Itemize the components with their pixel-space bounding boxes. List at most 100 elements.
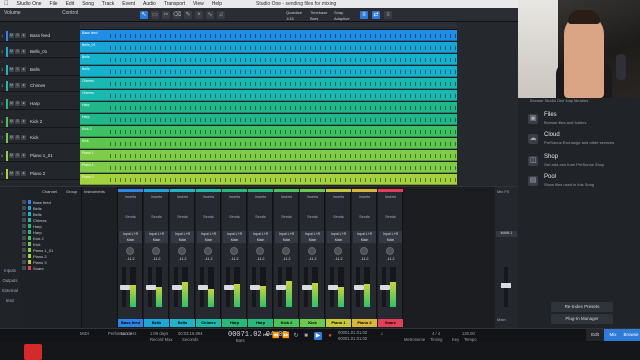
io-selector[interactable]: Input L+R Main — [223, 231, 246, 243]
io-selector[interactable]: Input L+R Main — [379, 231, 402, 243]
pan-knob[interactable] — [178, 247, 186, 255]
menu-item-event[interactable]: Event — [122, 1, 135, 7]
tempo-value[interactable]: 120.00 — [462, 331, 475, 336]
mixer-nav-external[interactable]: External — [1, 287, 19, 295]
audio-event[interactable]: Kick 2 — [80, 126, 457, 137]
io-selector[interactable]: Input L+R Main — [171, 231, 194, 243]
strip-name[interactable]: Kick — [300, 319, 325, 327]
mute-button[interactable]: M — [9, 119, 14, 124]
visible-checkbox[interactable] — [22, 224, 26, 228]
audio-event[interactable]: Bass feed — [80, 30, 457, 41]
track-row[interactable]: 9 M S ● Piano 2 — [0, 168, 80, 180]
menu-item-app[interactable]: Studio One — [17, 1, 42, 7]
track-name[interactable]: Harp — [30, 101, 40, 106]
io-selector[interactable]: Input L+R Main — [249, 231, 272, 243]
menu-item-edit[interactable]: Edit — [66, 1, 75, 7]
record-button[interactable]: ● — [21, 153, 26, 158]
track-name[interactable]: Kick — [30, 135, 39, 140]
fader-cap[interactable] — [302, 285, 312, 290]
visible-checkbox[interactable] — [22, 218, 26, 222]
timebase-value[interactable]: Bars — [310, 16, 318, 21]
channel-list-item[interactable]: Snare — [22, 265, 80, 271]
quantize-value[interactable]: 1/16 — [286, 16, 294, 21]
strip-name[interactable]: Bass feed — [118, 319, 143, 327]
plugin-manager-button[interactable]: Plug-In Manager — [551, 314, 613, 324]
menu-item-help[interactable]: Help — [212, 1, 222, 7]
mute-button[interactable]: M — [9, 135, 14, 140]
audio-event[interactable]: Kick — [80, 138, 457, 149]
pan-knob[interactable] — [256, 247, 264, 255]
record-button[interactable]: ● — [326, 332, 334, 340]
solo-button[interactable]: S — [15, 135, 20, 140]
bend-tool-button[interactable]: ∿ — [206, 11, 214, 19]
menu-item-song[interactable]: Song — [82, 1, 94, 7]
record-button[interactable]: ● — [21, 171, 26, 176]
track-name[interactable]: Chimes — [30, 83, 45, 88]
mute-button[interactable]: M — [9, 153, 14, 158]
strip-name[interactable]: Chimes — [196, 319, 221, 327]
solo-button[interactable]: S — [15, 101, 20, 106]
track-color[interactable] — [6, 80, 8, 91]
record-button[interactable]: ● — [21, 101, 26, 106]
solo-button[interactable]: S — [15, 119, 20, 124]
inserts-label[interactable]: Inserts — [248, 195, 273, 200]
arrange-view[interactable]: Bass feed Bells_01 Bells Bells Chimes Ch… — [80, 30, 457, 186]
track-name[interactable]: Kick 2 — [30, 119, 42, 124]
fader-cap[interactable] — [354, 285, 364, 290]
inserts-label[interactable]: Inserts — [352, 195, 377, 200]
pan-knob[interactable] — [152, 247, 160, 255]
inserts-label[interactable]: Inserts — [118, 195, 143, 200]
io-selector[interactable]: Input L+R Main — [119, 231, 142, 243]
arrow-tool-button[interactable]: ↖ — [140, 11, 148, 19]
inserts-label[interactable]: Inserts — [170, 195, 195, 200]
main-fader-cap[interactable] — [501, 283, 511, 288]
main-output-selector[interactable]: MAIN 1 — [496, 231, 517, 237]
track-name[interactable]: Piano 2 — [30, 171, 45, 176]
strip-name[interactable]: Bells — [170, 319, 195, 327]
solo-button[interactable]: S — [15, 67, 20, 72]
pan-knob[interactable] — [126, 247, 134, 255]
mixer-nav-outputs[interactable]: Outputs — [1, 277, 19, 285]
sends-label[interactable]: Sends — [144, 215, 169, 220]
strip-name[interactable]: Harp — [222, 319, 247, 327]
follow-button[interactable]: ≡ — [384, 11, 392, 19]
inserts-label[interactable]: Inserts — [300, 195, 325, 200]
fader-cap[interactable] — [276, 285, 286, 290]
pan-knob[interactable] — [230, 247, 238, 255]
visible-checkbox[interactable] — [22, 248, 26, 252]
track-row[interactable]: 6 M S ● Kick 2 — [0, 116, 80, 128]
apple-icon[interactable]:  — [4, 1, 9, 7]
visible-checkbox[interactable] — [22, 242, 26, 246]
visible-checkbox[interactable] — [22, 206, 26, 210]
record-button[interactable]: ● — [21, 135, 26, 140]
sends-label[interactable]: Sends — [118, 215, 143, 220]
mute-button[interactable]: M — [9, 67, 14, 72]
strip-name[interactable]: Harp — [248, 319, 273, 327]
inserts-label[interactable]: Inserts — [274, 195, 299, 200]
track-color[interactable] — [6, 98, 8, 109]
sends-label[interactable]: Sends — [196, 215, 221, 220]
sends-label[interactable]: Sends — [170, 215, 195, 220]
strip-name[interactable]: Piano 2 — [352, 319, 377, 327]
paint-tool-button[interactable]: ✎ — [184, 11, 192, 19]
fader-cap[interactable] — [146, 285, 156, 290]
play-button[interactable]: ▶ — [314, 332, 322, 340]
menu-item-audio[interactable]: Audio — [143, 1, 156, 7]
browser-item-shop[interactable]: ◫ Shop Get add-ons from PreSonus Shop — [528, 154, 638, 174]
browser-item-files[interactable]: ▣ Files Browse files and folders — [528, 112, 638, 132]
split-tool-button[interactable]: ✂ — [162, 11, 170, 19]
track-row[interactable]: 4 M S ● Chimes — [0, 80, 80, 92]
fader-cap[interactable] — [380, 285, 390, 290]
rewind-start-button[interactable]: ⏮ — [262, 332, 270, 340]
sends-label[interactable]: Sends — [274, 215, 299, 220]
track-color[interactable] — [6, 30, 8, 41]
forward-button[interactable]: ⏩ — [282, 332, 290, 340]
io-selector[interactable]: Input L+R Main — [301, 231, 324, 243]
solo-button[interactable]: S — [15, 83, 20, 88]
track-row[interactable]: 5 M S ● Harp — [0, 98, 80, 110]
left-locator[interactable]: 00001.01.01.00 — [338, 330, 367, 335]
track-color[interactable] — [6, 46, 8, 57]
pan-knob[interactable] — [204, 247, 212, 255]
loop-button[interactable]: ↻ — [292, 332, 300, 340]
fader-cap[interactable] — [120, 285, 130, 290]
